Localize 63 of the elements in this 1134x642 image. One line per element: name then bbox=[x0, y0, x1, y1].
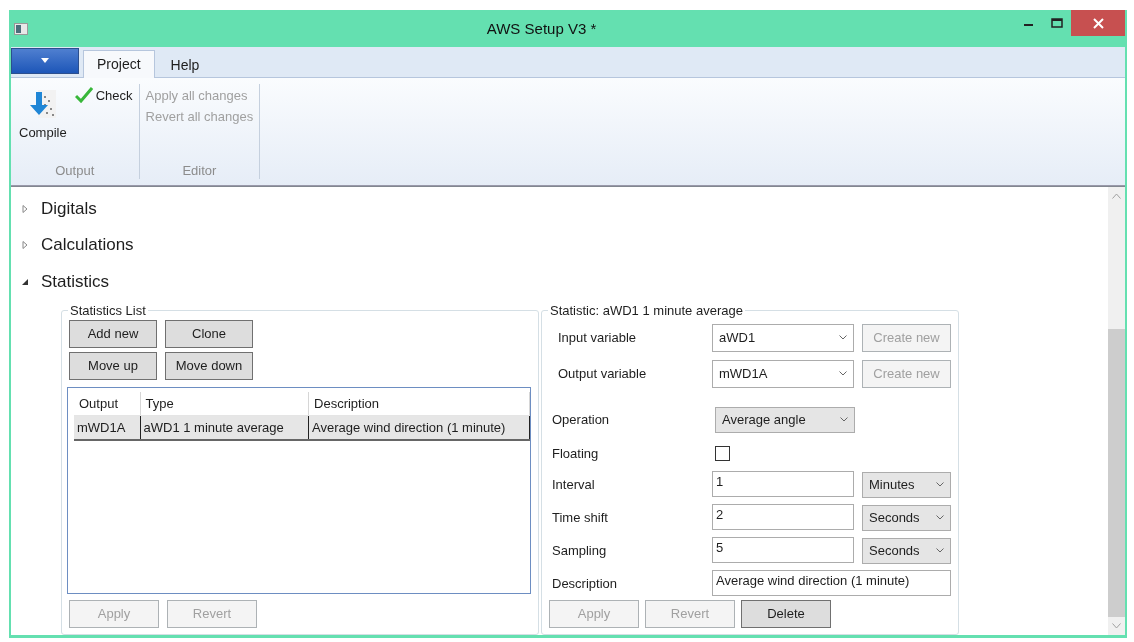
checkbox[interactable] bbox=[715, 446, 730, 462]
button[interactable]: Clone bbox=[165, 320, 253, 348]
group-title: Statistics List bbox=[69, 303, 147, 318]
maximize-icon bbox=[1051, 18, 1063, 28]
combo-box[interactable]: aWD1 bbox=[712, 324, 854, 352]
input-field[interactable]: Average wind direction (1 minute) bbox=[712, 570, 951, 597]
chevron-down-icon bbox=[840, 417, 848, 423]
group-label: Output bbox=[54, 163, 96, 179]
application-menu-button[interactable] bbox=[11, 48, 79, 74]
field-label: Operation bbox=[551, 412, 611, 428]
chevron-down-icon bbox=[839, 335, 847, 341]
column-header[interactable]: Description bbox=[308, 392, 530, 416]
table-cell: aWD1 1 minute average bbox=[140, 415, 309, 440]
scrollbar-thumb[interactable] bbox=[1108, 329, 1125, 617]
field-label: Output variable bbox=[557, 366, 648, 382]
dropdown[interactable]: Minutes bbox=[862, 472, 951, 498]
window-title: AWS Setup V3 * bbox=[485, 20, 598, 37]
ribbon-tab[interactable]: Help bbox=[156, 51, 214, 78]
close-button[interactable] bbox=[1071, 10, 1125, 36]
button[interactable]: Move down bbox=[165, 352, 253, 380]
field-label: Floating bbox=[551, 446, 600, 462]
group-title: Statistic: aWD1 1 minute average bbox=[549, 303, 744, 318]
combo-box[interactable]: mWD1A bbox=[712, 360, 854, 388]
table-row[interactable]: mWD1A aWD1 1 minute average Average wind direction (1 minute) bbox=[74, 415, 530, 440]
checkmark-icon bbox=[74, 87, 93, 103]
input-field[interactable]: 5 bbox=[712, 537, 854, 564]
section-header[interactable]: Digitals bbox=[41, 199, 97, 220]
field-label: Description bbox=[551, 576, 619, 591]
dropdown[interactable]: Seconds bbox=[862, 538, 951, 564]
collapsed-arrow-icon[interactable] bbox=[21, 241, 29, 250]
scrollbar[interactable] bbox=[1108, 187, 1125, 635]
column-header[interactable]: Output bbox=[74, 392, 140, 416]
collapsed-arrow-icon[interactable] bbox=[21, 205, 29, 214]
button[interactable]: Add new bbox=[69, 320, 157, 348]
ribbon-tab[interactable]: Project bbox=[83, 50, 155, 78]
section-header[interactable]: Statistics bbox=[41, 271, 110, 292]
scroll-up-icon[interactable] bbox=[1112, 193, 1121, 199]
chevron-down-icon bbox=[936, 482, 944, 488]
expanded-arrow-icon[interactable] bbox=[21, 277, 29, 286]
field-label: Sampling bbox=[551, 543, 608, 558]
field-label: Time shift bbox=[551, 510, 609, 525]
close-icon bbox=[1092, 17, 1104, 29]
table-cell: Average wind direction (1 minute) bbox=[308, 415, 530, 440]
input-field[interactable]: 1 bbox=[712, 471, 854, 498]
table-cell: mWD1A bbox=[74, 415, 140, 440]
dropdown[interactable]: Seconds bbox=[862, 505, 951, 531]
chevron-down-icon bbox=[936, 515, 944, 521]
compile-button[interactable]: Compile bbox=[15, 84, 71, 163]
scroll-down-icon[interactable] bbox=[1112, 623, 1121, 629]
button[interactable]: Move up bbox=[69, 352, 157, 380]
chevron-down-icon bbox=[839, 371, 847, 377]
group-label: Editor bbox=[181, 163, 218, 179]
dropdown[interactable]: Average angle bbox=[715, 407, 855, 433]
section-header[interactable]: Calculations bbox=[41, 235, 134, 256]
field-label: Input variable bbox=[557, 330, 638, 346]
check-button[interactable]: Check bbox=[72, 86, 135, 104]
caret-icon bbox=[40, 58, 50, 64]
button[interactable]: Delete bbox=[741, 600, 831, 628]
chevron-down-icon bbox=[936, 548, 944, 554]
app-icon bbox=[14, 22, 28, 35]
input-field[interactable]: 2 bbox=[712, 504, 854, 531]
field-label: Interval bbox=[551, 477, 596, 492]
column-header[interactable]: Type bbox=[140, 392, 309, 416]
